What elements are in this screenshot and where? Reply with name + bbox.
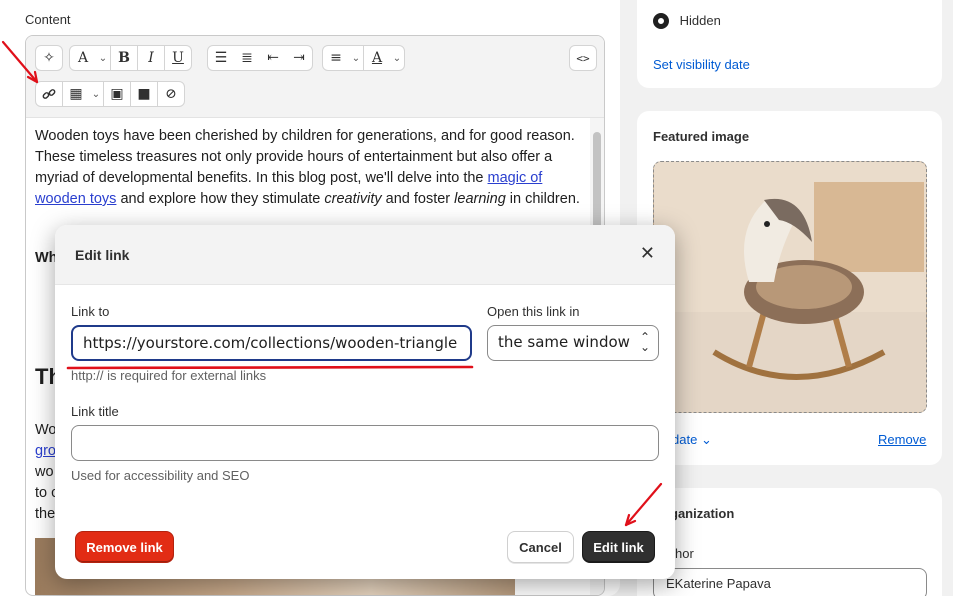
open-in-label: Open this link in (487, 304, 580, 319)
title-help-text: Used for accessibility and SEO (71, 468, 250, 483)
link-title-input[interactable] (71, 425, 659, 461)
link-url-input[interactable] (71, 325, 472, 361)
open-in-value: the same window (498, 333, 630, 351)
link-to-label: Link to (71, 304, 110, 319)
edit-link-button[interactable]: Edit link (582, 531, 655, 563)
link-title-label: Link title (71, 404, 119, 419)
chevron-updown-icon: ⌃ ⌄ (639, 330, 650, 354)
edit-link-modal: Edit link ✕ Link to http:// is required … (55, 225, 675, 579)
link-help-text: http:// is required for external links (71, 368, 267, 383)
modal-header: Edit link ✕ (55, 225, 675, 285)
close-icon[interactable]: ✕ (640, 243, 655, 264)
modal-title: Edit link (75, 247, 130, 263)
remove-link-button[interactable]: Remove link (75, 531, 174, 563)
open-in-select[interactable]: the same window ⌃ ⌄ (487, 325, 659, 361)
cancel-button[interactable]: Cancel (507, 531, 574, 563)
